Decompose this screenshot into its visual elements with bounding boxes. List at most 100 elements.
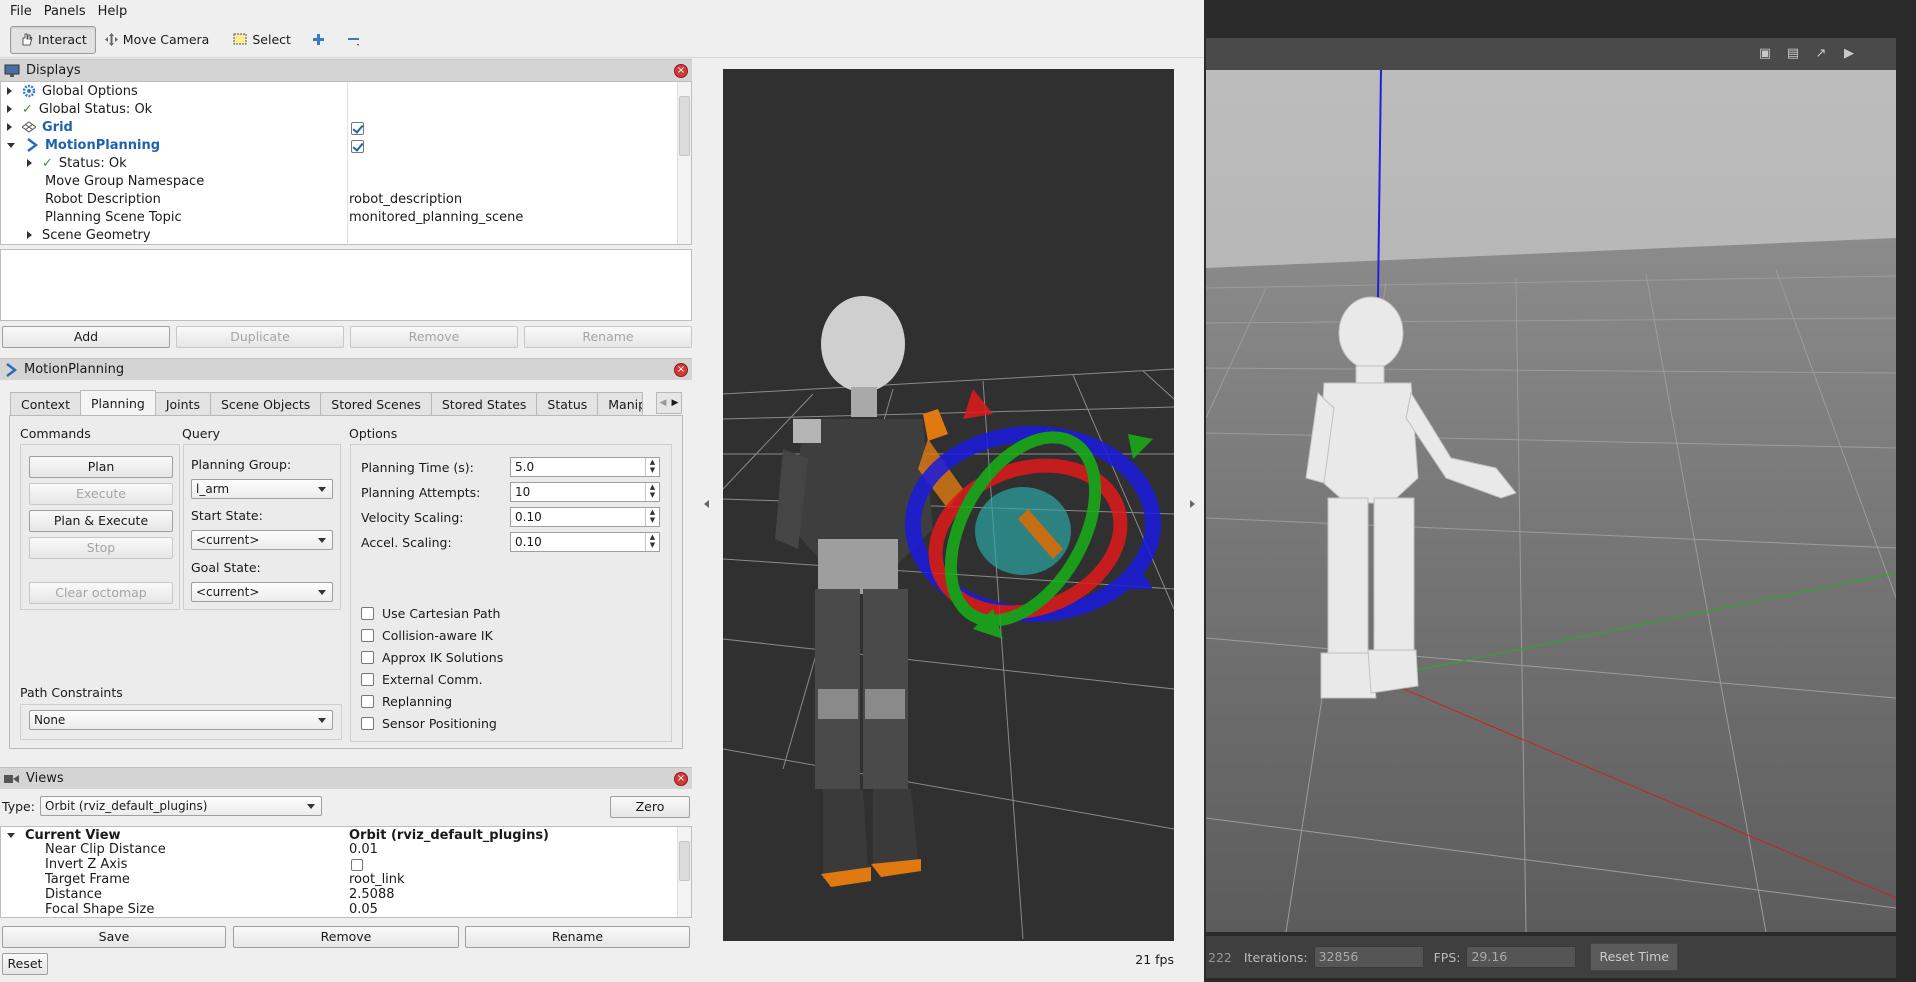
tree-row-status[interactable]: ✓ Status: Ok xyxy=(27,154,127,172)
menu-panels[interactable]: Panels xyxy=(38,4,92,19)
displays-close-icon[interactable]: × xyxy=(674,64,688,78)
tree-row-current-view[interactable]: Current View Orbit (rviz_default_plugins… xyxy=(7,827,677,843)
planning-scene-topic-value[interactable]: monitored_planning_scene xyxy=(349,210,523,225)
tree-row-move-group-namespace[interactable]: Move Group Namespace xyxy=(45,172,204,190)
log-icon[interactable]: ▤ xyxy=(1782,46,1804,62)
collision-aware-ik-option[interactable]: Collision-aware IK xyxy=(361,628,493,643)
displays-scrollbar[interactable] xyxy=(677,82,691,244)
tab-joints[interactable]: Joints xyxy=(154,392,211,416)
collapse-arrow-icon[interactable] xyxy=(7,142,15,148)
distance-value[interactable]: 2.5088 xyxy=(349,887,395,902)
planning-attempts-spinbox[interactable]: 10 ▲ ▼ xyxy=(510,482,660,502)
tree-row-global-options[interactable]: Global Options xyxy=(7,82,138,100)
plan-button[interactable]: Plan xyxy=(29,456,173,478)
reset-button[interactable]: Reset xyxy=(2,953,48,975)
plan-execute-button[interactable]: Plan & Execute xyxy=(29,510,173,532)
external-comm-checkbox[interactable] xyxy=(361,673,374,686)
menu-help[interactable]: Help xyxy=(92,4,134,19)
execute-button[interactable]: Execute xyxy=(29,483,173,505)
motion-planning-close-icon[interactable]: × xyxy=(674,363,688,377)
add-tool-button[interactable] xyxy=(303,26,334,54)
robot-description-value[interactable]: robot_description xyxy=(349,192,462,207)
remove-view-button[interactable]: Remove xyxy=(233,926,459,948)
stop-button[interactable]: Stop xyxy=(29,537,173,559)
video-icon[interactable]: ▶ xyxy=(1838,46,1860,62)
accel-scaling-spinbox[interactable]: 0.10 ▲ ▼ xyxy=(510,532,660,552)
tree-row-grid[interactable]: Grid xyxy=(7,118,73,136)
expand-arrow-icon[interactable] xyxy=(27,231,32,239)
rename-display-button[interactable]: Rename xyxy=(524,326,692,348)
approx-ik-checkbox[interactable] xyxy=(361,651,374,664)
grid-enabled-checkbox[interactable] xyxy=(351,122,364,135)
spin-arrows-icon[interactable]: ▲ ▼ xyxy=(645,458,659,476)
velocity-scaling-spinbox[interactable]: 0.10 ▲ ▼ xyxy=(510,507,660,527)
planning-group-select[interactable]: l_arm xyxy=(191,479,333,499)
replanning-option[interactable]: Replanning xyxy=(361,694,452,709)
gazebo-3d-scene[interactable] xyxy=(1206,38,1896,932)
expand-arrow-icon[interactable] xyxy=(7,87,12,95)
rename-view-button[interactable]: Rename xyxy=(465,926,690,948)
collapse-right-icon[interactable] xyxy=(1190,500,1195,508)
collision-aware-ik-checkbox[interactable] xyxy=(361,629,374,642)
spin-arrows-icon[interactable]: ▲ ▼ xyxy=(645,533,659,551)
motion-planning-enabled-checkbox[interactable] xyxy=(351,140,364,153)
planning-time-spinbox[interactable]: 5.0 ▲ ▼ xyxy=(510,457,660,477)
goal-state-select[interactable]: <current> xyxy=(191,582,333,602)
tree-row-invert-z[interactable]: Invert Z Axis xyxy=(45,857,685,872)
focal-shape-size-value[interactable]: 0.05 xyxy=(349,902,378,917)
expand-arrow-icon[interactable] xyxy=(27,159,32,167)
sensor-positioning-option[interactable]: Sensor Positioning xyxy=(361,716,497,731)
tab-status[interactable]: Status xyxy=(536,392,599,416)
use-cartesian-path-option[interactable]: Use Cartesian Path xyxy=(361,606,500,621)
add-display-button[interactable]: Add xyxy=(2,326,170,348)
views-close-icon[interactable]: × xyxy=(674,772,688,786)
scrollbar-thumb[interactable] xyxy=(679,841,690,881)
camera-icon[interactable]: ▣ xyxy=(1754,46,1776,62)
scrollbar-thumb[interactable] xyxy=(679,96,690,156)
interact-tool-button[interactable]: Interact xyxy=(10,25,96,54)
external-comm-option[interactable]: External Comm. xyxy=(361,672,483,687)
clear-octomap-button[interactable]: Clear octomap xyxy=(29,582,173,604)
tree-row-near-clip[interactable]: Near Clip Distance 0.01 xyxy=(45,842,685,857)
tree-row-global-status[interactable]: ✓ Global Status: Ok xyxy=(7,100,152,118)
replanning-checkbox[interactable] xyxy=(361,695,374,708)
tree-row-planning-scene-topic[interactable]: Planning Scene Topic monitored_planning_… xyxy=(45,208,685,226)
start-state-select[interactable]: <current> xyxy=(191,530,333,550)
tree-row-distance[interactable]: Distance 2.5088 xyxy=(45,887,685,902)
near-clip-value[interactable]: 0.01 xyxy=(349,842,378,857)
collapse-left-icon[interactable] xyxy=(704,500,709,508)
remove-tool-button[interactable] xyxy=(338,26,369,54)
rviz-3d-viewport[interactable] xyxy=(723,69,1174,941)
sensor-positioning-checkbox[interactable] xyxy=(361,717,374,730)
tree-row-motion-planning[interactable]: MotionPlanning xyxy=(7,136,160,154)
tab-scroll-right-icon[interactable]: ▶ xyxy=(672,393,679,413)
views-scrollbar[interactable] xyxy=(677,827,691,917)
tree-row-robot-description[interactable]: Robot Description robot_description xyxy=(45,190,685,208)
expand-arrow-icon[interactable] xyxy=(7,105,12,113)
tree-row-target-frame[interactable]: Target Frame root_link xyxy=(45,872,685,887)
spin-arrows-icon[interactable]: ▲ ▼ xyxy=(645,483,659,501)
save-view-button[interactable]: Save xyxy=(2,926,226,948)
tab-stored-states[interactable]: Stored States xyxy=(430,392,538,416)
tree-row-scene-geometry[interactable]: Scene Geometry xyxy=(27,226,151,244)
move-camera-tool-button[interactable]: Move Camera xyxy=(96,26,218,54)
expand-arrow-icon[interactable] xyxy=(7,123,12,131)
reset-time-button[interactable]: Reset Time xyxy=(1590,943,1678,971)
tab-planning[interactable]: Planning xyxy=(79,390,156,416)
duplicate-display-button[interactable]: Duplicate xyxy=(176,326,344,348)
spin-arrows-icon[interactable]: ▲ ▼ xyxy=(645,508,659,526)
tab-scroll-left-icon[interactable]: ◀ xyxy=(660,393,667,413)
menu-file[interactable]: File xyxy=(4,4,38,19)
target-frame-value[interactable]: root_link xyxy=(349,872,405,887)
use-cartesian-path-checkbox[interactable] xyxy=(361,607,374,620)
tab-stored-scenes[interactable]: Stored Scenes xyxy=(320,392,432,416)
tab-manipulation[interactable]: Manipi xyxy=(597,392,644,416)
zero-view-button[interactable]: Zero xyxy=(610,796,690,818)
tree-row-focal-shape-size[interactable]: Focal Shape Size 0.05 xyxy=(45,902,685,917)
plot-icon[interactable]: ↗ xyxy=(1810,46,1832,62)
tab-scene-objects[interactable]: Scene Objects xyxy=(209,392,322,416)
approx-ik-option[interactable]: Approx IK Solutions xyxy=(361,650,503,665)
path-constraints-select[interactable]: None xyxy=(29,710,333,730)
select-tool-button[interactable]: Select xyxy=(225,26,299,54)
view-type-select[interactable]: Orbit (rviz_default_plugins) xyxy=(40,796,322,816)
